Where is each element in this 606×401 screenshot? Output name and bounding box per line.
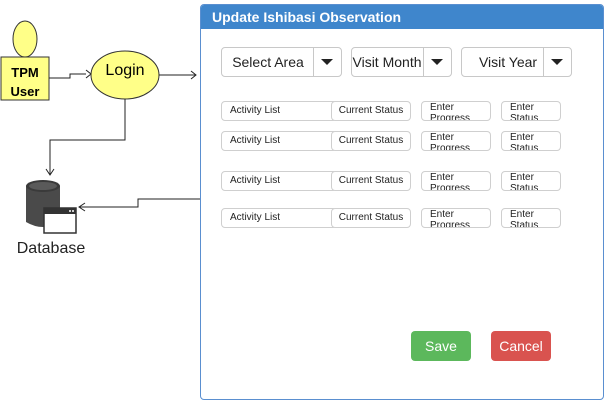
panel-title: Update Ishibasi Observation	[201, 5, 603, 29]
actor-to-login-connector	[49, 73, 86, 79]
activity-list-field[interactable]: Activity List	[221, 101, 337, 121]
chevron-down-icon[interactable]	[321, 59, 333, 65]
database-label: Database	[16, 240, 86, 257]
arrowhead-icon	[85, 69, 92, 79]
chevron-down-icon[interactable]	[431, 59, 443, 65]
dropdown-separator	[313, 48, 314, 76]
enter-progress-input[interactable]: Enter Progress	[421, 101, 491, 121]
panel-to-database-connector	[80, 198, 200, 208]
actor-label-line2: User	[10, 84, 40, 99]
current-status-field[interactable]: Current Status	[331, 131, 411, 151]
enter-progress-input[interactable]: Enter Progress	[421, 208, 491, 228]
month-select[interactable]: Visit Month	[351, 47, 452, 77]
enter-status-input[interactable]: Enter Status	[501, 101, 561, 121]
area-select[interactable]: Select Area	[221, 47, 342, 77]
enter-progress-input[interactable]: Enter Progress	[421, 131, 491, 151]
current-status-field[interactable]: Current Status	[331, 101, 411, 121]
login-label: Login	[105, 62, 145, 79]
cancel-button[interactable]: Cancel	[491, 331, 551, 361]
year-select-value: Visit Year	[478, 54, 538, 70]
save-button[interactable]: Save	[411, 331, 471, 361]
year-select[interactable]: Visit Year	[461, 47, 572, 77]
current-status-field[interactable]: Current Status	[331, 208, 411, 228]
month-select-value: Visit Month	[352, 54, 422, 70]
database-icon	[26, 180, 77, 234]
enter-status-input[interactable]: Enter Status	[501, 171, 561, 191]
enter-status-input[interactable]: Enter Status	[501, 208, 561, 228]
dropdown-separator	[423, 48, 424, 76]
enter-progress-input[interactable]: Enter Progress	[421, 171, 491, 191]
enter-status-input[interactable]: Enter Status	[501, 131, 561, 151]
activity-list-field[interactable]: Activity List	[221, 131, 337, 151]
activity-list-field[interactable]: Activity List	[221, 208, 337, 228]
update-observation-panel: Update Ishibasi Observation Select Area …	[200, 4, 604, 400]
login-to-database-connector	[49, 99, 126, 174]
actor-label: TPM User	[2, 63, 48, 101]
activity-list-field[interactable]: Activity List	[221, 171, 337, 191]
dropdown-separator	[543, 48, 544, 76]
chevron-down-icon[interactable]	[551, 59, 563, 65]
area-select-value: Select Area	[232, 54, 304, 70]
actor-label-line1: TPM	[11, 65, 39, 80]
current-status-field[interactable]: Current Status	[331, 171, 411, 191]
